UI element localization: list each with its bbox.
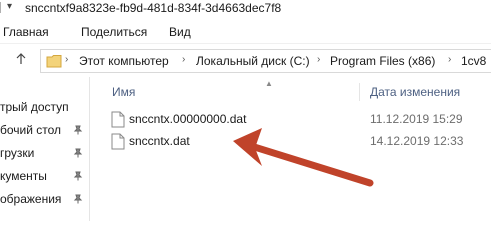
file-row[interactable]: snccntx.dat 14.12.2019 12:33	[109, 131, 479, 153]
breadcrumb-local-disk[interactable]: Локальный диск (C:)	[196, 54, 310, 68]
quick-access-chevron-down-icon[interactable]: ▾	[7, 1, 12, 12]
breadcrumb-chevron-right-icon[interactable]: ›	[65, 54, 68, 65]
breadcrumb-chevron-right-icon[interactable]: ›	[317, 54, 320, 65]
breadcrumb-program-files[interactable]: Program Files (x86)	[330, 54, 435, 68]
column-divider[interactable]	[359, 83, 360, 101]
nav-item-documents[interactable]: кументы	[0, 166, 90, 186]
window-title: snccntxf9a8323e-fb9d-481d-834f-3d4663dec…	[25, 1, 282, 15]
nav-item-desktop[interactable]: бочий стол	[0, 120, 90, 140]
address-bar[interactable]: › Этот компьютер › Локальный диск (C:) ›…	[40, 49, 491, 73]
file-list: ▲ Имя Дата изменения snccntx.00000000.da…	[91, 77, 491, 221]
file-date: 11.12.2019 15:29	[370, 112, 463, 126]
breadcrumb-this-pc[interactable]: Этот компьютер	[79, 54, 169, 68]
sort-up-icon: ▲	[265, 79, 273, 88]
address-row: › Этот компьютер › Локальный диск (C:) ›…	[0, 43, 491, 77]
nav-item-label: бочий стол	[0, 123, 62, 137]
title-bar: ▾ snccntxf9a8323e-fb9d-481d-834f-3d4663d…	[0, 0, 491, 18]
pin-icon[interactable]	[73, 125, 83, 135]
nav-item-label: кументы	[0, 169, 47, 183]
up-arrow-icon[interactable]	[16, 53, 26, 65]
file-icon	[111, 133, 125, 150]
nav-item-quick-access[interactable]: трый доступ	[0, 97, 90, 117]
column-header-name[interactable]: Имя	[112, 85, 135, 99]
nav-item-downloads[interactable]: грузки	[0, 143, 90, 163]
folder-icon	[46, 55, 62, 68]
file-row[interactable]: snccntx.00000000.dat 11.12.2019 15:29	[109, 109, 479, 131]
pin-icon[interactable]	[73, 171, 83, 181]
pin-icon[interactable]	[73, 194, 83, 204]
tab-home[interactable]: Главная	[3, 25, 49, 39]
nav-item-label: трый доступ	[0, 100, 69, 114]
ribbon: Главная Поделиться Вид	[0, 18, 491, 43]
tab-view[interactable]: Вид	[169, 25, 191, 39]
nav-item-label: грузки	[0, 146, 35, 160]
file-icon	[111, 111, 125, 128]
pin-icon[interactable]	[73, 148, 83, 158]
tab-share[interactable]: Поделиться	[81, 25, 147, 39]
breadcrumb-1cv8[interactable]: 1cv8	[461, 54, 486, 68]
file-date: 14.12.2019 12:33	[370, 134, 464, 148]
title-divider	[0, 2, 1, 13]
nav-item-pictures[interactable]: ображения	[0, 189, 90, 209]
file-name: snccntx.dat	[129, 134, 190, 148]
file-name: snccntx.00000000.dat	[129, 112, 247, 126]
nav-item-label: ображения	[0, 192, 62, 206]
column-header-date[interactable]: Дата изменения	[370, 85, 460, 99]
breadcrumb-chevron-right-icon[interactable]: ›	[182, 54, 185, 65]
navigation-pane: трый доступ бочий стол грузки кументы об…	[0, 77, 90, 221]
breadcrumb-chevron-right-icon[interactable]: ›	[448, 54, 451, 65]
